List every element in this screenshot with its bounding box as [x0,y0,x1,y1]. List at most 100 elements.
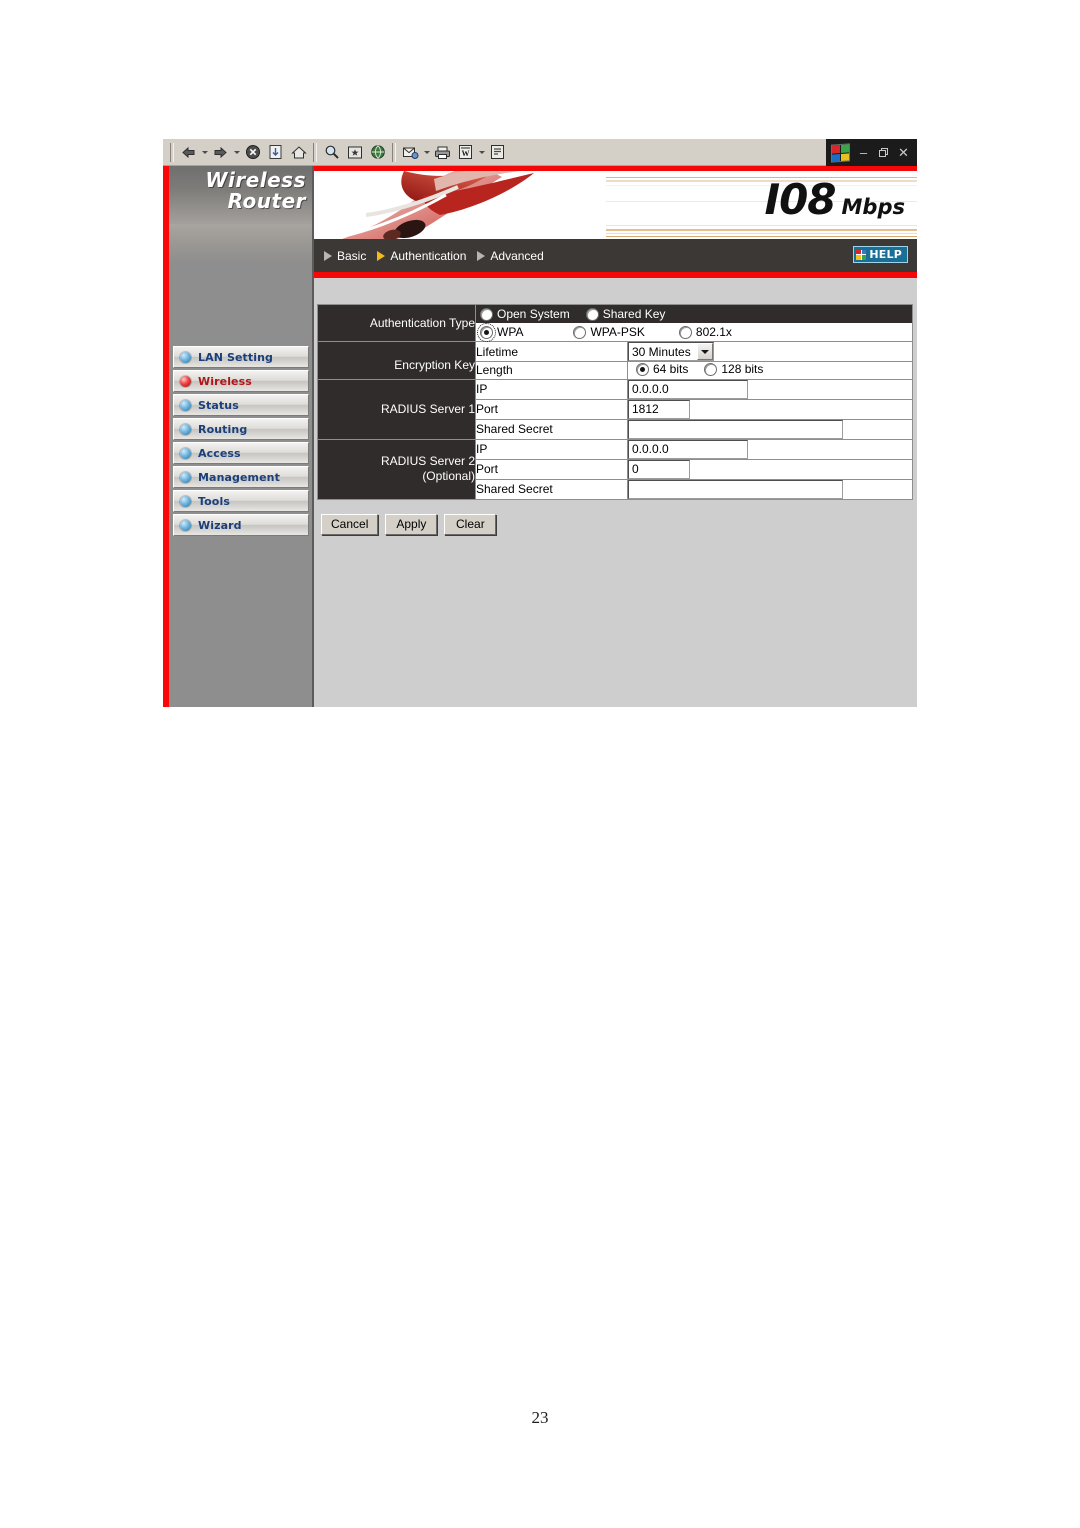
edit-dropdown[interactable] [477,142,486,162]
radius1-shared-secret-input[interactable] [628,419,843,439]
product-banner: I08 Mbps [314,171,917,239]
sidebar-item-label: Management [198,470,280,484]
sidebar-item-lan-setting[interactable]: LAN Setting [173,346,309,368]
mail-dropdown[interactable] [422,142,431,162]
radius-server-1-header: RADIUS Server 1 [317,378,476,440]
sidebar-item-tools[interactable]: Tools [173,490,309,512]
radio-icon [704,362,718,376]
print-button[interactable] [432,142,453,162]
radio-label: WPA-PSK [590,325,645,339]
sidebar-item-wireless[interactable]: Wireless [173,370,309,392]
help-blocks-icon [856,249,867,260]
banner-swoosh-graphic [314,171,606,239]
radio-label: 128 bits [721,362,764,376]
search-button[interactable] [321,142,342,162]
close-button[interactable]: ✕ [897,146,910,159]
radius2-ip-input[interactable] [628,439,748,459]
mail-button[interactable] [400,142,421,162]
radius-server-2-title: RADIUS Server 2 [380,454,475,468]
apply-button[interactable]: Apply [385,513,438,535]
radius2-port-input[interactable] [628,459,690,479]
tab-basic[interactable]: Basic [324,249,366,263]
sidebar-item-management[interactable]: Management [173,466,309,488]
lifetime-label: Lifetime [475,341,628,362]
lifetime-selected-value: 30 Minutes [632,344,691,359]
sidebar-item-label: Status [198,398,239,412]
discuss-button[interactable] [487,142,508,162]
radio-64-bits[interactable]: 64 bits [636,362,688,376]
radio-wpa[interactable]: WPA [477,322,523,342]
sidebar-item-wizard[interactable]: Wizard [173,514,309,536]
restore-button[interactable] [877,146,890,159]
back-button[interactable] [178,142,199,162]
bullet-icon [180,519,191,531]
length-label: Length [475,361,628,380]
favorites-button[interactable] [344,142,365,162]
help-button[interactable]: HELP [853,246,908,263]
content-column: I08 Mbps Basic Authentication Advanced H… [314,166,917,707]
length-value-cell: 64 bits 128 bits [627,361,913,380]
back-dropdown[interactable] [200,142,209,162]
radio-icon [480,307,493,321]
table-row-lifetime: Encryption Key Lifetime 30 Minutes [317,341,913,380]
radio-802-1x[interactable]: 802.1x [678,325,732,339]
lifetime-select[interactable]: 30 Minutes [628,342,714,361]
cancel-button[interactable]: Cancel [321,513,379,535]
windows-logo-icon [831,142,850,163]
triangle-icon [477,250,486,261]
window-controls: – ✕ [826,139,917,166]
table-row-radius2-ip: RADIUS Server 2 (Optional) IP [317,438,913,500]
bullet-icon [180,351,191,363]
tab-advanced[interactable]: Advanced [477,248,544,263]
triangle-icon [324,250,332,261]
brand-line-1: Wireless [205,168,306,192]
sidebar-item-access[interactable]: Access [173,442,309,464]
radius2-port-label: Port [475,458,628,480]
router-web-ui: Wireless Router LAN Setting Wireless Sta… [163,166,917,707]
toolbar-separator [392,142,396,162]
forward-button[interactable] [210,142,231,162]
tab-label: Basic [337,248,367,263]
tab-label: Advanced [490,248,544,263]
stop-button[interactable] [242,142,263,162]
bullet-icon-active [180,375,191,387]
radius1-ip-label: IP [475,378,628,400]
radius1-ip-input[interactable] [628,379,748,399]
radio-wpa-psk[interactable]: WPA-PSK [573,325,645,339]
toolbar-separator [170,142,174,162]
browser-window: W – ✕ Wireless Router LAN Setting Wirele… [163,139,917,707]
radius1-ip-cell [627,378,913,400]
radius2-shared-secret-input[interactable] [628,479,843,499]
chevron-down-icon [696,343,713,360]
bullet-icon [180,447,191,459]
radio-icon [585,307,599,321]
radio-icon-selected [477,322,496,342]
bullet-icon [180,471,191,483]
home-button[interactable] [288,142,309,162]
radio-icon [573,325,587,339]
refresh-button[interactable] [265,142,286,162]
word-document-icon[interactable]: W [455,142,476,162]
radio-label: Open System [497,307,570,321]
sidebar-item-label: Access [198,446,241,460]
radius1-port-input[interactable] [628,399,690,419]
tab-authentication[interactable]: Authentication [377,249,466,263]
minimize-button[interactable]: – [857,146,870,159]
radio-shared-key[interactable]: Shared Key [585,307,665,321]
forward-dropdown[interactable] [232,142,241,162]
history-button[interactable] [367,142,388,162]
sidebar-item-status[interactable]: Status [173,394,309,416]
sidebar-menu: LAN Setting Wireless Status Routing Acce… [169,346,312,538]
radius2-ip-cell [627,438,913,460]
radio-open-system[interactable]: Open System [480,307,570,321]
speed-logo: I08 Mbps [764,179,905,221]
radio-icon [678,325,692,339]
radio-icon-selected [636,362,649,376]
radio-label: 64 bits [653,362,689,376]
radius1-port-cell [627,398,913,420]
sidebar-item-routing[interactable]: Routing [173,418,309,440]
clear-button[interactable]: Clear [444,513,497,535]
sidebar-item-label: Tools [198,494,230,508]
radio-128-bits[interactable]: 128 bits [704,362,763,376]
